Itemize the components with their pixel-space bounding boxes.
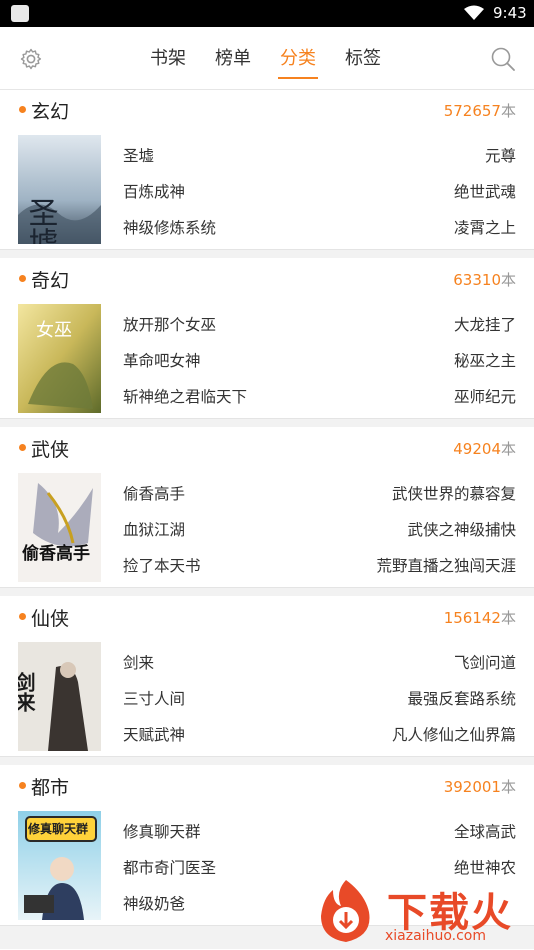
book-row: 捡了本天书 荒野直播之独闯天涯	[123, 545, 516, 581]
book-cover[interactable]: 女巫	[18, 304, 101, 413]
category-name: 奇幻	[31, 270, 70, 292]
category-count: 63310本	[453, 271, 516, 289]
category-header[interactable]: 玄幻 572657本	[0, 91, 534, 129]
category-header[interactable]: 都市 392001本	[0, 767, 534, 805]
tab-categories[interactable]: 分类	[278, 27, 318, 90]
book-row: 天赋武神 凡人修仙之仙界篇	[123, 714, 516, 750]
category-count: 49204本	[453, 440, 516, 458]
bullet-dot	[19, 275, 26, 282]
bullet-dot	[19, 613, 26, 620]
tab-tags[interactable]: 标签	[345, 27, 381, 90]
status-bar: 9:43	[0, 0, 534, 27]
book-title[interactable]: 绝世武魂	[454, 180, 516, 202]
section-divider	[0, 418, 534, 427]
book-row: 剑来 飞剑问道	[123, 642, 516, 678]
main-tabs: 书架 榜单 分类 标签	[150, 27, 410, 90]
settings-gear-icon[interactable]	[19, 47, 43, 71]
bullet-dot	[19, 106, 26, 113]
book-title[interactable]: 最强反套路系统	[407, 687, 516, 709]
section-divider	[0, 587, 534, 596]
section-divider	[0, 756, 534, 765]
svg-text:偷香高手: 偷香高手	[22, 543, 90, 564]
category-name: 武侠	[31, 439, 70, 461]
book-title[interactable]: 三寸人间	[123, 687, 185, 709]
book-title[interactable]: 巫师纪元	[454, 385, 516, 407]
book-title[interactable]: 偷香高手	[123, 482, 185, 504]
category-section-xuanhuan: 玄幻 572657本 圣墟 圣墟 元尊 百炼成神 绝世武魂 神级修炼系统 凌霄之上	[0, 91, 534, 249]
tab-bookshelf[interactable]: 书架	[150, 27, 186, 90]
watermark-url: xiazaihuo.com	[385, 928, 486, 944]
category-section-xianxia: 仙侠 156142本 剑来 剑来 飞剑问道 三寸人间 最强反套路系统 天赋武神 凡人修…	[0, 598, 534, 756]
category-header[interactable]: 仙侠 156142本	[0, 598, 534, 636]
book-list: 放开那个女巫 大龙挂了 革命吧女神 秘巫之主 斩神绝之君临天下 巫师纪元	[123, 304, 516, 412]
book-title[interactable]: 荒野直播之独闯天涯	[376, 554, 516, 576]
book-title[interactable]: 修真聊天群	[123, 820, 201, 842]
book-title[interactable]: 武侠世界的慕容复	[392, 482, 516, 504]
book-title[interactable]: 飞剑问道	[454, 651, 516, 673]
book-cover[interactable]: 偷香高手	[18, 473, 101, 582]
book-list: 剑来 飞剑问道 三寸人间 最强反套路系统 天赋武神 凡人修仙之仙界篇	[123, 642, 516, 750]
book-title[interactable]: 武侠之神级捕快	[407, 518, 516, 540]
book-cover[interactable]: 修真聊天群	[18, 811, 101, 920]
book-cover[interactable]: 剑来	[18, 642, 101, 751]
book-row: 血狱江湖 武侠之神级捕快	[123, 509, 516, 545]
flame-logo-icon	[321, 880, 370, 942]
category-header[interactable]: 奇幻 63310本	[0, 260, 534, 298]
category-count: 156142本	[443, 609, 516, 627]
book-row: 圣墟 元尊	[123, 135, 516, 171]
book-title[interactable]: 全球高武	[454, 820, 516, 842]
status-time: 9:43	[493, 4, 527, 22]
book-title[interactable]: 凌霄之上	[454, 216, 516, 238]
svg-text:圣墟: 圣墟	[23, 197, 58, 244]
book-title[interactable]: 血狱江湖	[123, 518, 185, 540]
svg-text:修真聊天群: 修真聊天群	[27, 821, 88, 836]
book-row: 三寸人间 最强反套路系统	[123, 678, 516, 714]
book-title[interactable]: 剑来	[123, 651, 154, 673]
book-title[interactable]: 凡人修仙之仙界篇	[392, 723, 516, 745]
book-title[interactable]: 秘巫之主	[454, 349, 516, 371]
svg-text:女巫: 女巫	[36, 320, 72, 341]
book-title[interactable]: 放开那个女巫	[123, 313, 216, 335]
category-section-qihuan: 奇幻 63310本 女巫 放开那个女巫 大龙挂了 革命吧女神 秘巫之主 斩神绝之君临…	[0, 260, 534, 418]
watermark-logo: 下载火 xiazaihuo.com	[313, 876, 529, 946]
book-title[interactable]: 元尊	[485, 144, 516, 166]
search-icon[interactable]	[490, 46, 516, 72]
category-section-wuxia: 武侠 49204本 偷香高手 偷香高手 武侠世界的慕容复 血狱江湖 武侠之神级捕快 …	[0, 429, 534, 587]
app-notification-icon	[11, 5, 29, 22]
book-title[interactable]: 神级奶爸	[123, 892, 185, 914]
bullet-dot	[19, 444, 26, 451]
category-name: 玄幻	[31, 101, 70, 123]
book-list: 圣墟 元尊 百炼成神 绝世武魂 神级修炼系统 凌霄之上	[123, 135, 516, 243]
book-row: 偷香高手 武侠世界的慕容复	[123, 473, 516, 509]
bullet-dot	[19, 782, 26, 789]
book-row: 修真聊天群 全球高武	[123, 811, 516, 847]
book-title[interactable]: 革命吧女神	[123, 349, 201, 371]
book-title[interactable]: 圣墟	[123, 144, 154, 166]
book-title[interactable]: 斩神绝之君临天下	[123, 385, 247, 407]
top-navigation: 书架 榜单 分类 标签	[0, 27, 534, 90]
book-title[interactable]: 绝世神农	[454, 856, 516, 878]
tab-rankings[interactable]: 榜单	[215, 27, 251, 90]
book-cover[interactable]: 圣墟	[18, 135, 101, 244]
category-count: 572657本	[443, 102, 516, 120]
book-row: 革命吧女神 秘巫之主	[123, 340, 516, 376]
category-count: 392001本	[443, 778, 516, 796]
category-name: 都市	[31, 777, 70, 799]
book-row: 神级修炼系统 凌霄之上	[123, 207, 516, 243]
book-title[interactable]: 大龙挂了	[454, 313, 516, 335]
book-title[interactable]: 天赋武神	[123, 723, 185, 745]
svg-text:剑来: 剑来	[18, 671, 36, 712]
book-row: 放开那个女巫 大龙挂了	[123, 304, 516, 340]
book-title[interactable]: 神级修炼系统	[123, 216, 216, 238]
category-name: 仙侠	[31, 608, 70, 630]
book-row: 斩神绝之君临天下 巫师纪元	[123, 376, 516, 412]
book-title[interactable]: 都市奇门医圣	[123, 856, 216, 878]
book-title[interactable]: 捡了本天书	[123, 554, 201, 576]
wifi-icon	[464, 5, 484, 20]
category-header[interactable]: 武侠 49204本	[0, 429, 534, 467]
book-title[interactable]: 百炼成神	[123, 180, 185, 202]
section-divider	[0, 249, 534, 258]
book-list: 偷香高手 武侠世界的慕容复 血狱江湖 武侠之神级捕快 捡了本天书 荒野直播之独闯天涯	[123, 473, 516, 581]
book-row: 百炼成神 绝世武魂	[123, 171, 516, 207]
